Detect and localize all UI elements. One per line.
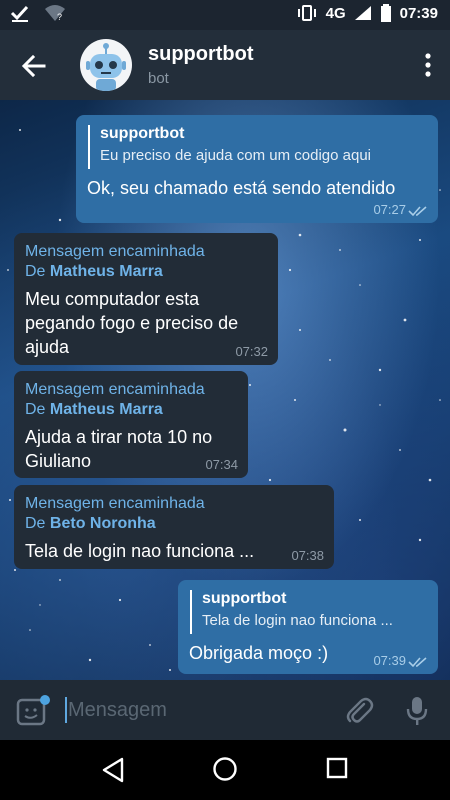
- nav-recent-apps-icon[interactable]: [326, 757, 348, 779]
- reply-quote[interactable]: supportbot Tela de login nao funciona ..…: [190, 590, 393, 634]
- status-bar: ? 4G 07:39: [0, 0, 450, 30]
- network-type: 4G: [325, 4, 346, 22]
- message-line: ajuda: [25, 337, 70, 357]
- read-checkmarks-icon: [408, 657, 427, 668]
- message-text: Ok, seu chamado está sendo atendido: [87, 178, 396, 198]
- message-input-bar: Mensagem: [0, 680, 450, 740]
- reply-quote[interactable]: supportbot Eu preciso de ajuda com um co…: [88, 125, 371, 169]
- message-time: 07:27: [373, 202, 406, 217]
- microphone-icon[interactable]: [404, 695, 430, 727]
- read-checkmarks-icon: [408, 206, 427, 217]
- reply-text: Tela de login nao funciona ...: [202, 612, 393, 629]
- nav-home-icon[interactable]: [212, 756, 238, 782]
- message-text: Meu computador esta pegando fogo e preci…: [25, 287, 238, 359]
- message-bubble-outgoing[interactable]: supportbot Eu preciso de ajuda com um co…: [76, 115, 438, 223]
- message-text: Obrigada moço :): [189, 643, 329, 663]
- from-name[interactable]: Beto Noronha: [50, 515, 156, 532]
- from-prefix: De: [25, 515, 46, 532]
- chat-area[interactable]: supportbot Eu preciso de ajuda com um co…: [0, 100, 450, 680]
- sticker-icon[interactable]: [16, 694, 52, 726]
- message-bubble-outgoing[interactable]: supportbot Tela de login nao funciona ..…: [178, 580, 438, 674]
- system-navigation-bar: [0, 740, 450, 800]
- from-name[interactable]: Matheus Marra: [50, 401, 163, 418]
- nav-back-icon[interactable]: [100, 756, 126, 784]
- screen: ? 4G 07:39 supportbot bot supportbot Eu …: [0, 0, 450, 800]
- message-line: Ajuda a tirar nota 10 no: [25, 427, 213, 447]
- forwarded-from: De Matheus Marra: [25, 263, 163, 281]
- from-name[interactable]: Matheus Marra: [50, 263, 163, 280]
- forwarded-from: De Beto Noronha: [25, 515, 156, 533]
- message-time: 07:38: [291, 548, 324, 563]
- more-options-icon[interactable]: [424, 52, 432, 78]
- message-text: Tela de login nao funciona ...: [25, 541, 255, 561]
- text-cursor: [65, 697, 67, 723]
- back-arrow-icon[interactable]: [18, 50, 50, 82]
- reply-text: Eu preciso de ajuda com um codigo aqui: [100, 147, 371, 164]
- message-line: pegando fogo e preciso de: [25, 313, 239, 333]
- avatar[interactable]: [80, 39, 132, 91]
- from-prefix: De: [25, 401, 46, 418]
- forwarded-label: Mensagem encaminhada: [25, 381, 205, 398]
- message-time: 07:34: [205, 457, 238, 472]
- message-time: 07:39: [373, 653, 406, 668]
- forwarded-from: De Matheus Marra: [25, 401, 163, 419]
- vibrate-icon: [297, 5, 316, 21]
- forwarded-label: Mensagem encaminhada: [25, 495, 205, 512]
- message-bubble-incoming[interactable]: Mensagem encaminhada De Beto Noronha Tel…: [14, 485, 334, 569]
- message-bubble-incoming[interactable]: Mensagem encaminhada De Matheus Marra Aj…: [14, 371, 248, 478]
- message-bubble-incoming[interactable]: Mensagem encaminhada De Matheus Marra Me…: [14, 233, 278, 365]
- reply-sender: supportbot: [100, 125, 185, 142]
- message-time: 07:32: [235, 344, 268, 359]
- signal-icon: [354, 6, 371, 20]
- message-text: Ajuda a tirar nota 10 no Giuliano: [25, 425, 212, 473]
- chat-subtitle: bot: [148, 70, 169, 87]
- robot-icon: [86, 43, 126, 91]
- message-line: Giuliano: [25, 451, 92, 471]
- reply-sender: supportbot: [202, 590, 287, 607]
- chat-header: supportbot bot: [0, 30, 450, 100]
- svg-text:?: ?: [57, 12, 62, 22]
- message-line: Meu computador esta: [25, 289, 200, 309]
- chat-title[interactable]: supportbot: [148, 43, 254, 66]
- attach-icon[interactable]: [344, 696, 374, 726]
- check-icon: [10, 5, 29, 22]
- status-time: 07:39: [399, 4, 438, 22]
- battery-icon: [380, 4, 391, 22]
- message-input[interactable]: Mensagem: [68, 699, 167, 722]
- forwarded-label: Mensagem encaminhada: [25, 243, 205, 260]
- from-prefix: De: [25, 263, 46, 280]
- wifi-icon: ?: [45, 5, 65, 22]
